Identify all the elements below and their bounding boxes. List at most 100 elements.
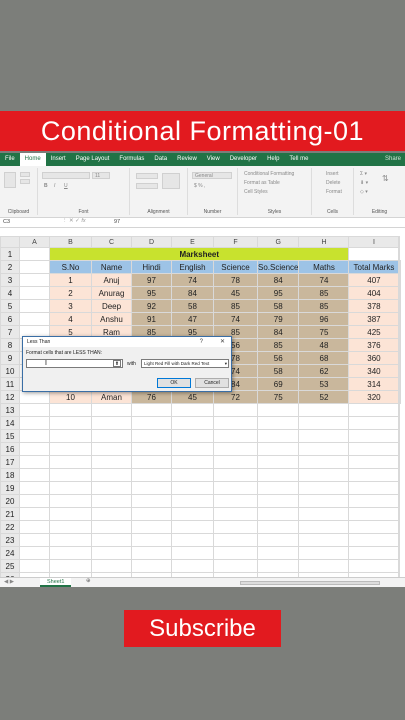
cell[interactable] <box>49 403 92 417</box>
data-cell[interactable]: 85 <box>256 338 300 352</box>
cell[interactable] <box>49 429 92 443</box>
cell[interactable] <box>398 442 401 456</box>
cell[interactable] <box>131 416 172 430</box>
cell[interactable] <box>213 416 258 430</box>
cell[interactable] <box>348 494 400 508</box>
data-cell[interactable]: 62 <box>298 364 350 378</box>
cell[interactable] <box>298 481 350 495</box>
cell[interactable] <box>298 559 350 573</box>
cell[interactable] <box>171 403 214 417</box>
cell[interactable] <box>49 455 92 469</box>
row-header[interactable]: 11 <box>0 377 20 391</box>
row-header[interactable]: 5 <box>0 299 20 313</box>
cell[interactable] <box>298 546 350 560</box>
column-header-e[interactable]: E <box>171 236 214 248</box>
row-header[interactable]: 23 <box>0 533 20 547</box>
data-cell[interactable]: 56 <box>256 351 300 365</box>
cell[interactable] <box>91 403 132 417</box>
column-header-g[interactable]: G <box>256 236 300 248</box>
data-cell[interactable]: 85 <box>213 299 258 313</box>
row-header[interactable]: 14 <box>0 416 20 430</box>
cell[interactable] <box>213 507 258 521</box>
header-cell[interactable]: Maths <box>298 260 350 274</box>
data-cell[interactable]: 314 <box>348 377 400 391</box>
cell[interactable] <box>171 533 214 547</box>
format-cells-button[interactable]: Format <box>326 189 342 195</box>
tab-page-layout[interactable]: Page Layout <box>71 153 115 166</box>
cell[interactable] <box>348 403 400 417</box>
cell[interactable] <box>256 507 300 521</box>
wrap-text-icon[interactable] <box>162 173 180 189</box>
cell[interactable] <box>131 520 172 534</box>
cell[interactable] <box>398 468 401 482</box>
font-name-select[interactable] <box>42 172 90 179</box>
cell[interactable] <box>19 481 50 495</box>
row-header[interactable]: 13 <box>0 403 20 417</box>
data-cell[interactable]: 58 <box>256 299 300 313</box>
cell[interactable] <box>49 546 92 560</box>
row-header[interactable]: 1 <box>0 247 20 261</box>
cell[interactable] <box>398 481 401 495</box>
cell[interactable] <box>91 546 132 560</box>
cell[interactable] <box>348 468 400 482</box>
ok-button[interactable]: OK <box>157 378 191 388</box>
cell[interactable] <box>256 468 300 482</box>
tab-review[interactable]: Review <box>172 153 202 166</box>
data-cell[interactable]: 3 <box>49 299 92 313</box>
cell[interactable] <box>19 390 50 404</box>
cell[interactable] <box>19 507 50 521</box>
data-cell[interactable]: 52 <box>298 390 350 404</box>
data-cell[interactable]: 404 <box>348 286 400 300</box>
sheet-nav-icon[interactable]: ◀ ▶ <box>4 579 14 585</box>
cell[interactable] <box>348 533 400 547</box>
cell[interactable] <box>91 507 132 521</box>
data-cell[interactable]: 387 <box>348 312 400 326</box>
cell[interactable] <box>348 559 400 573</box>
cell[interactable] <box>399 338 402 352</box>
data-cell[interactable]: 47 <box>171 312 214 326</box>
cell[interactable] <box>213 455 258 469</box>
cell[interactable] <box>348 507 400 521</box>
row-header[interactable]: 15 <box>0 429 20 443</box>
cell[interactable] <box>348 247 400 261</box>
cell[interactable] <box>171 507 214 521</box>
cell[interactable] <box>49 494 92 508</box>
data-cell[interactable]: 45 <box>171 390 214 404</box>
data-cell[interactable]: Anshu <box>91 312 132 326</box>
horizontal-scrollbar[interactable] <box>240 581 380 585</box>
data-cell[interactable]: Anuj <box>91 273 132 287</box>
cell[interactable] <box>91 559 132 573</box>
cell[interactable] <box>398 520 401 534</box>
cell[interactable] <box>49 468 92 482</box>
row-header[interactable]: 17 <box>0 455 20 469</box>
insert-cells-button[interactable]: Insert <box>326 171 339 177</box>
data-cell[interactable]: 53 <box>298 377 350 391</box>
data-cell[interactable]: Anurag <box>91 286 132 300</box>
data-cell[interactable]: 320 <box>348 390 400 404</box>
column-header-f[interactable]: F <box>213 236 258 248</box>
cell[interactable] <box>19 403 50 417</box>
paste-icon[interactable] <box>4 172 16 188</box>
cell[interactable] <box>398 546 401 560</box>
cell[interactable] <box>131 507 172 521</box>
share-button[interactable]: Share <box>385 153 401 166</box>
tab-developer[interactable]: Developer <box>225 153 262 166</box>
cell[interactable] <box>298 403 350 417</box>
data-cell[interactable]: 95 <box>256 286 300 300</box>
data-cell[interactable]: 74 <box>171 273 214 287</box>
cell[interactable] <box>131 533 172 547</box>
sort-filter-icon[interactable]: ⇅ <box>382 174 389 183</box>
cell-styles-button[interactable]: Cell Styles <box>244 189 268 195</box>
cell[interactable] <box>398 494 401 508</box>
cell[interactable] <box>19 533 50 547</box>
header-cell[interactable]: So.Science <box>256 260 300 274</box>
cell[interactable] <box>171 468 214 482</box>
tab-insert[interactable]: Insert <box>46 153 71 166</box>
cell[interactable] <box>298 429 350 443</box>
cell[interactable] <box>49 559 92 573</box>
cell[interactable] <box>298 416 350 430</box>
data-cell[interactable]: 84 <box>256 273 300 287</box>
cell[interactable] <box>91 533 132 547</box>
cell[interactable] <box>49 481 92 495</box>
cell[interactable] <box>131 442 172 456</box>
